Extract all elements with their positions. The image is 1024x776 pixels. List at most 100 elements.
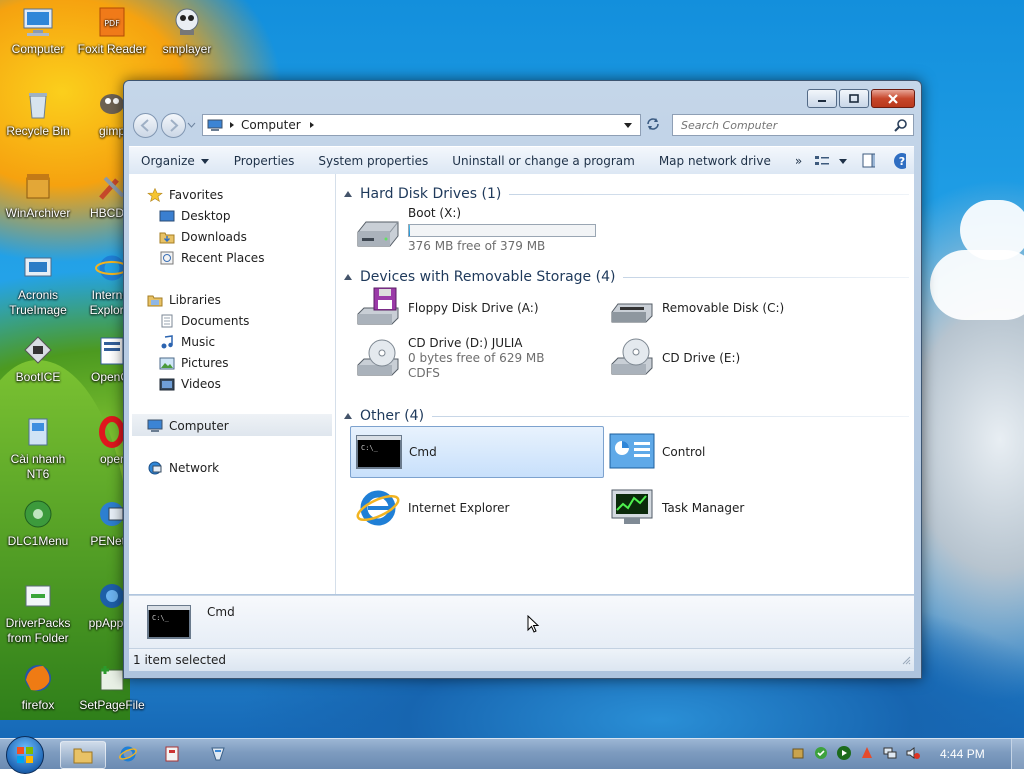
drive-boot-x[interactable]: Boot (X:) 376 MB free of 379 MB [354,206,596,254]
group-title: Hard Disk Drives (1) [360,186,502,202]
nav-pictures-label: Pictures [181,356,229,370]
tray-usb-icon[interactable] [790,745,806,761]
desktop-icon-computer[interactable]: Computer [0,6,76,57]
nav-favorites[interactable]: Favorites [147,186,223,204]
search-icon[interactable] [894,118,908,132]
organize-button[interactable]: Organize [129,154,222,168]
status-bar: 1 item selected [129,648,914,671]
cd-drive-icon [611,338,653,375]
desktop-icon-bootice[interactable]: BootICE [0,334,76,385]
drive-name: CD Drive (D:) JULIA [408,336,523,350]
pictures-icon [159,357,175,370]
forward-button[interactable] [161,113,186,138]
maximize-button[interactable] [839,89,869,108]
recent-pages-chevron-icon[interactable] [187,122,196,128]
desktop-icon-cai-nhanh[interactable]: Cài nhanh NT6 [0,416,76,482]
desktop-icon-foxit-reader[interactable]: PDF Foxit Reader [74,6,150,57]
desktop-icon-label: Recycle Bin [6,124,70,138]
nav-desktop-label: Desktop [181,209,231,223]
nav-desktop[interactable]: Desktop [159,207,231,225]
group-divider [623,276,909,278]
svg-text:C:\_: C:\_ [361,444,379,452]
tray-app-icon[interactable] [859,745,875,761]
nav-videos[interactable]: Videos [159,375,221,393]
nav-music[interactable]: Music [159,333,215,351]
desktop-icon-dlc1menu[interactable]: DLC1Menu [0,498,76,549]
properties-button[interactable]: Properties [222,154,307,168]
collapse-triangle-icon [344,191,352,197]
bootice-icon [24,336,52,364]
desktop-icon-acronis[interactable]: Acronis TrueImage [0,252,76,318]
start-button[interactable] [6,736,44,774]
more-commands-button[interactable]: » [783,154,814,168]
taskbar-explorer[interactable] [60,741,106,769]
drive-cd-e[interactable]: CD Drive (E:) [608,336,740,380]
desktop-icon-recycle-bin[interactable]: Recycle Bin [0,88,76,139]
breadcrumb-separator-icon[interactable] [307,120,317,130]
internet-explorer-icon [356,490,400,526]
drive-removable-c[interactable]: Removable Disk (C:) [608,286,784,330]
uninstall-program-button[interactable]: Uninstall or change a program [440,154,647,168]
nav-computer[interactable]: Computer [147,417,229,435]
map-network-drive-button[interactable]: Map network drive [647,154,783,168]
address-bar[interactable]: Computer [202,114,641,136]
tray-volume-muted-icon[interactable] [905,745,921,761]
change-view-button[interactable] [814,154,848,168]
desktop-icon-firefox[interactable]: firefox [0,662,76,713]
drive-floppy-a[interactable]: Floppy Disk Drive (A:) [354,286,539,330]
wallpaper-cloud [930,250,1024,320]
acronis-icon [24,257,52,277]
address-dropdown-icon[interactable] [622,120,634,130]
recycle-bin-icon [29,93,47,119]
group-header-hard-disk-drives[interactable]: Hard Disk Drives (1) [344,184,909,204]
desktop-icon-smplayer[interactable]: smplayer [149,6,225,57]
search-box[interactable] [672,114,914,136]
clock[interactable]: 4:44 PM [940,747,985,761]
nav-libraries[interactable]: Libraries [147,291,221,309]
taskbar-app[interactable] [150,741,194,767]
resize-grip-icon[interactable] [901,655,911,665]
group-header-removable-storage[interactable]: Devices with Removable Storage (4) [344,267,909,287]
nav-downloads[interactable]: Downloads [159,228,247,246]
nav-documents[interactable]: Documents [159,312,249,330]
floppy-drive-icon [357,287,399,325]
content-pane: Hard Disk Drives (1) Boot (X:) 376 MB fr… [336,174,914,594]
item-control[interactable]: Control [608,430,705,474]
desktop-icon-driverpacks[interactable]: DriverPacks from Folder [0,580,76,646]
nav-network[interactable]: Network [147,459,219,477]
group-divider [509,193,909,195]
group-header-other[interactable]: Other (4) [344,406,909,426]
desktop-icon-winarchiver[interactable]: WinArchiver [0,170,76,221]
taskbar-internet-explorer[interactable] [106,741,150,767]
desktop-icon-label: Computer [11,42,65,56]
breadcrumb-computer[interactable]: Computer [241,118,301,132]
collapse-triangle-icon [344,274,352,280]
refresh-icon[interactable] [644,116,662,132]
nav-computer-label: Computer [169,419,229,433]
item-internet-explorer[interactable]: Internet Explorer [354,486,509,530]
tray-security-icon[interactable] [813,745,829,761]
drive-filesystem: CDFS [408,366,440,380]
help-icon[interactable]: ? [893,152,906,170]
breadcrumb-separator-icon[interactable] [227,120,237,130]
show-desktop-button[interactable] [1011,739,1024,769]
tray-network-icon[interactable] [882,745,898,761]
tray-media-icon[interactable] [836,745,852,761]
close-button[interactable] [871,89,915,108]
search-input[interactable] [679,117,894,133]
item-cmd[interactable]: C:\_ Cmd [350,426,604,478]
preview-pane-icon[interactable] [862,153,876,169]
minimize-button[interactable] [807,89,837,108]
system-tray [790,745,928,761]
item-task-manager[interactable]: Task Manager [608,486,744,530]
system-properties-button[interactable]: System properties [306,154,440,168]
control-panel-icon [609,433,655,469]
taskbar-pinned-app[interactable] [196,741,240,767]
pdf-icon: PDF [99,7,125,37]
nav-pictures[interactable]: Pictures [159,354,229,372]
nav-recent-places[interactable]: Recent Places [159,249,264,267]
details-pane: C:\_ Cmd [129,595,914,648]
drive-usage-fill [409,225,411,236]
drive-cd-d[interactable]: CD Drive (D:) JULIA 0 bytes free of 629 … [354,336,544,381]
back-button[interactable] [133,113,158,138]
